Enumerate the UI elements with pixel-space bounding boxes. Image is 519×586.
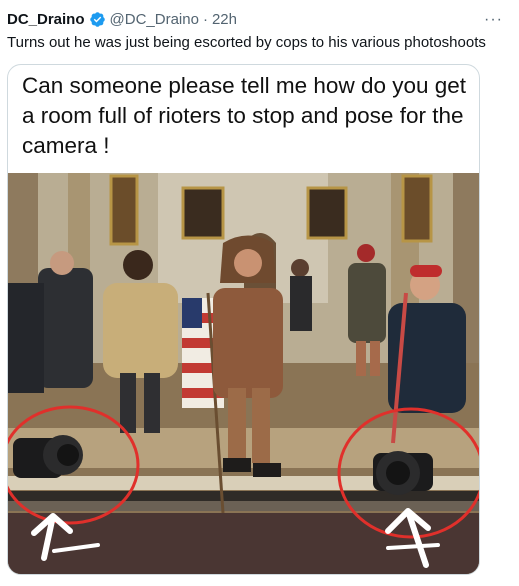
media-photo [8,173,479,574]
meme-caption: Can someone please tell me how do you ge… [22,73,467,158]
separator-dot: · [202,10,208,28]
verified-badge-icon [89,11,105,27]
author-handle[interactable]: @DC_Draino [110,11,199,28]
more-horizontal-icon[interactable]: ··· [484,11,503,29]
tweet-text: Turns out he was just being escorted by … [7,34,486,51]
tweet-timestamp[interactable]: 22h [212,11,237,28]
author-display-name[interactable]: DC_Draino [7,11,85,28]
tweet-media[interactable]: Can someone please tell me how do you ge… [7,64,480,575]
tweet-header: DC_Draino @DC_Draino · 22h ··· [7,9,511,29]
